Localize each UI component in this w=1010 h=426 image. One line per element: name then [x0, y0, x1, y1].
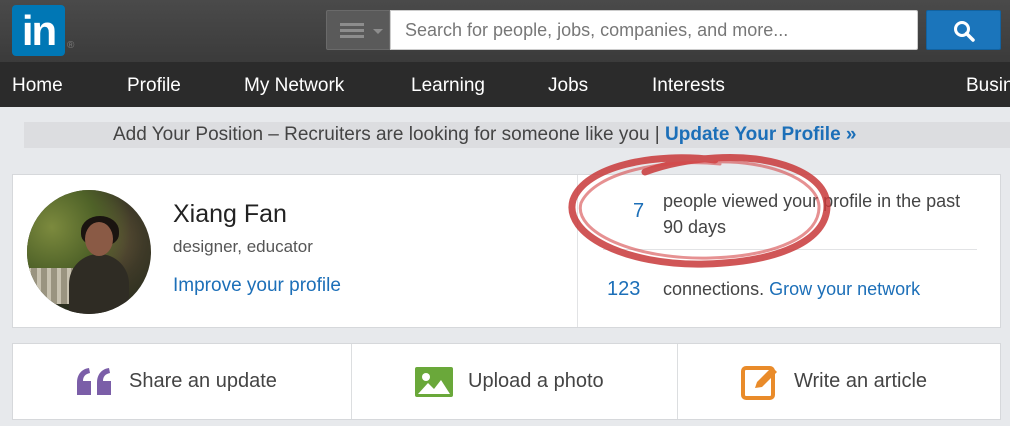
search-category-dropdown[interactable]: [326, 10, 390, 50]
edit-icon: [741, 366, 777, 400]
search-button[interactable]: [926, 10, 1001, 50]
update-profile-link[interactable]: Update Your Profile »: [665, 124, 856, 145]
nav-item-jobs[interactable]: Jobs: [548, 62, 588, 107]
nav-item-business[interactable]: Busin: [966, 62, 1010, 107]
improve-profile-link[interactable]: Improve your profile: [173, 275, 341, 297]
nav-item-learning[interactable]: Learning: [411, 62, 485, 107]
share-update-label: Share an update: [129, 370, 277, 392]
connections-label: connections.: [663, 279, 770, 299]
nav-item-my-network[interactable]: My Network: [244, 62, 344, 107]
menu-icon: [340, 23, 364, 39]
search-input[interactable]: [390, 10, 918, 50]
search-icon: [954, 21, 975, 42]
chevron-down-icon: [373, 29, 383, 34]
profile-views-count[interactable]: 7: [633, 200, 644, 223]
main-nav: Home Profile My Network Learning Jobs In…: [0, 62, 1010, 107]
grow-network-link[interactable]: Grow your network: [769, 279, 920, 299]
connections-count[interactable]: 123: [607, 278, 640, 301]
card-divider: [577, 175, 578, 327]
more-dots: ...: [962, 421, 973, 426]
nav-item-profile[interactable]: Profile: [127, 62, 181, 107]
nav-item-interests[interactable]: Interests: [652, 62, 725, 107]
photo-icon: [415, 367, 453, 397]
stats-divider: [603, 249, 977, 250]
nav-item-home[interactable]: Home: [12, 62, 63, 107]
add-position-banner: Add Your Position – Recruiters are looki…: [24, 122, 1010, 148]
banner-text: Add Your Position – Recruiters are looki…: [113, 124, 666, 145]
linkedin-logo[interactable]: in: [12, 5, 65, 56]
share-divider: [677, 344, 678, 419]
profile-headline: designer, educator: [173, 237, 313, 256]
registered-mark: ®: [67, 40, 75, 51]
share-divider: [351, 344, 352, 419]
quote-icon: [77, 368, 111, 395]
upload-photo-label: Upload a photo: [468, 370, 604, 392]
connections-text: connections. Grow your network: [663, 279, 920, 300]
avatar[interactable]: [27, 190, 151, 314]
profile-name[interactable]: Xiang Fan: [173, 200, 287, 229]
write-article-label: Write an article: [794, 370, 928, 392]
profile-views-text[interactable]: people viewed your profile in the past 9…: [663, 188, 963, 240]
top-header: in ®: [0, 0, 1010, 62]
